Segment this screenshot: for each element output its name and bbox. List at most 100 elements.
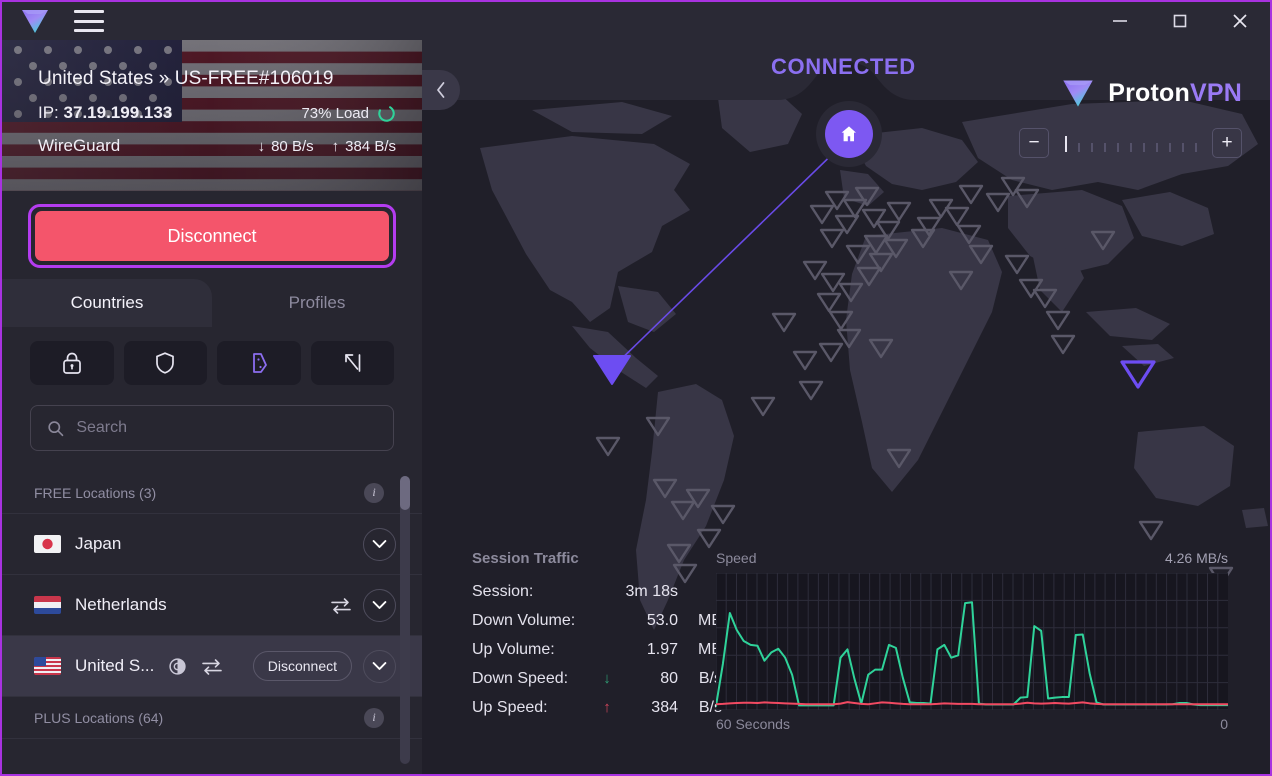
ip-value: 37.19.199.133 [63,103,173,122]
secure-core-lock-icon[interactable] [30,341,114,385]
zoom-out-icon[interactable]: − [1019,128,1049,158]
stat-label: Up Volume: [472,641,555,658]
list-item-label: Japan [75,534,122,553]
tor-onion-icon [169,657,187,675]
maximize-button[interactable] [1150,2,1210,40]
sidebar: United States » US-FREE#106019 IP: 37.19… [2,40,422,774]
row-disconnect-button[interactable]: Disconnect [252,651,352,681]
zoom-tick[interactable] [1150,143,1163,152]
down-speed-value: 80 B/s [271,137,314,155]
hamburger-menu-icon[interactable] [74,10,104,32]
zoom-in-icon[interactable]: + [1212,128,1242,158]
home-node-button[interactable] [825,110,873,158]
chevron-down-icon[interactable] [363,649,396,683]
group-header-plus: PLUS Locations (64) i [2,697,422,739]
chevron-down-icon[interactable] [363,527,396,561]
disconnect-button-focus-ring: Disconnect [28,204,396,268]
jp-flag [34,535,61,553]
search-input[interactable] [76,419,377,437]
server-load: 73% Load [301,104,396,123]
list-item-netherlands[interactable]: Netherlands [2,575,422,636]
home-icon [841,126,856,142]
zoom-tick[interactable] [1163,143,1176,152]
stat-value: 80 [660,670,678,687]
group-header-free-label: FREE Locations (3) [34,484,157,501]
row-actions: Disconnect [252,649,396,683]
p2p-swap-icon [202,658,223,675]
stat-value: 384 [651,699,678,716]
list-item-japan[interactable]: Japan [2,514,422,575]
load-ring-icon [378,104,395,122]
us-flag [34,657,61,675]
speed-graph-max-unit: MB/s [1196,550,1228,566]
minimize-button[interactable] [1090,2,1150,40]
connection-status-label: CONNECTED [771,54,916,79]
zoom-tick[interactable] [1137,143,1150,152]
stat-row-up-volume: Up Volume: 1.97 MB [472,641,722,670]
disconnect-button[interactable]: Disconnect [35,211,389,261]
brand-name: ProtonVPN [1108,79,1242,108]
x-axis-right-label: 0 [1220,716,1228,732]
feature-toolbar [2,327,422,385]
list-item-united-states[interactable]: United S... Disconnect [2,636,422,697]
up-arrow-icon: ↑ [331,137,340,155]
zoom-slider-track[interactable] [1055,134,1206,152]
proton-logo-icon [22,10,48,33]
stat-row-session: Session: 3m 18s [472,583,722,612]
header-speeds: ↓ 80 B/s ↑ 384 B/s [258,138,396,155]
list-scrollbar[interactable] [400,476,410,764]
up-arrow-icon: ↑ [603,699,611,716]
list-item-label: United S... [75,656,155,675]
server-connection-name: United States » US-FREE#106019 [38,68,334,89]
panel-tabs: Countries Profiles [2,279,422,327]
tor-arrow-icon[interactable] [310,341,394,385]
zoom-tick[interactable] [1098,143,1111,152]
stat-row-up-speed: Up Speed: ↑ 384 B/s [472,699,722,728]
zoom-slider-handle[interactable] [1059,136,1072,152]
up-speed-value: 384 B/s [345,137,396,155]
tab-profiles[interactable]: Profiles [212,279,422,327]
protonvpn-window: United States » US-FREE#106019 IP: 37.19… [0,0,1272,776]
row-actions [363,527,396,561]
tab-countries[interactable]: Countries [2,279,212,327]
stat-value: 3m 18s [625,583,678,600]
speed-chart [715,572,1229,711]
chevron-down-icon[interactable] [363,588,396,622]
stat-value: 53.0 [646,612,678,629]
nl-flag [34,596,61,614]
brand-name-vpn: VPN [1189,78,1242,107]
header-up-speed: ↑ 384 B/s [332,138,396,155]
info-icon[interactable]: i [364,707,384,728]
netshield-shield-icon[interactable] [123,341,207,385]
map-panel[interactable]: CONNECTED ProtonVPN − + Session Traffic … [422,40,1270,774]
stat-value: 1.97 [646,641,678,658]
speed-graph-plot [715,572,1229,711]
search-box[interactable] [30,405,394,451]
down-arrow-icon: ↓ [603,670,611,687]
brand-name-proton: Proton [1108,78,1190,107]
speed-graph-title: Speed [716,550,757,566]
zoom-tick[interactable] [1072,143,1085,152]
group-header-plus-label: PLUS Locations (64) [34,709,164,726]
scrollbar-thumb[interactable] [400,476,410,510]
header-down-speed: ↓ 80 B/s [258,138,314,155]
x-axis-left-label: 60 Seconds [716,716,790,732]
title-bar [2,2,1270,40]
session-traffic-panel: Session Traffic Session: 3m 18s Down Vol… [472,550,722,728]
zoom-tick[interactable] [1085,143,1098,152]
ip-address: IP: 37.19.199.133 [38,103,172,123]
speed-graph-max-value: 4.26 [1164,550,1193,566]
zoom-tick[interactable] [1111,143,1124,152]
close-button[interactable] [1210,2,1270,40]
brand-logo: ProtonVPN [1061,78,1242,108]
zoom-tick[interactable] [1176,143,1189,152]
server-list: FREE Locations (3) i Japan Netherlands U… [2,472,422,769]
zoom-tick[interactable] [1124,143,1137,152]
zoom-tick[interactable] [1189,143,1202,152]
map-zoom-control: − + [1019,128,1242,158]
p2p-icon[interactable] [217,341,301,385]
protocol-name: WireGuard [38,136,121,155]
speed-graph-max: 4.26 MB/s [1165,550,1228,566]
session-traffic-title: Session Traffic [472,550,579,567]
info-icon[interactable]: i [364,482,384,503]
